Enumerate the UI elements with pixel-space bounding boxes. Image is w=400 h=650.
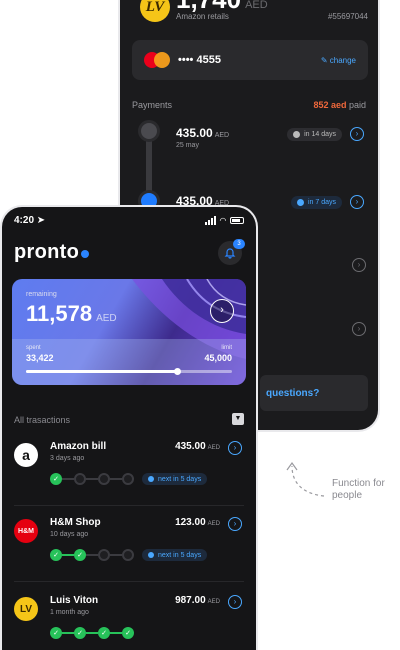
front-phone-screen: 4:20 ➤ ◠ pronto 3 remaining 11,578 AED › …: [0, 205, 258, 650]
open-transaction-button[interactable]: ›: [228, 595, 242, 609]
installment-step: [122, 549, 134, 561]
signal-icon: [204, 216, 216, 225]
balance-card[interactable]: remaining 11,578 AED › spent 33,422 limit…: [12, 279, 246, 385]
notifications-button[interactable]: 3: [218, 239, 245, 265]
merchant-name: Luis Viton: [50, 595, 99, 606]
louis-vuitton-logo: LV: [140, 0, 170, 22]
open-transaction-button[interactable]: ›: [228, 441, 242, 455]
order-header: LV 1,740AED Amazon retails #55697044: [130, 0, 370, 32]
installment-step: ✓: [74, 627, 86, 639]
installment-progress: ✓ ✓ ✓ ✓: [50, 627, 134, 639]
open-payment-button[interactable]: ›: [352, 258, 366, 272]
divider: [14, 581, 244, 582]
installment-step: ✓: [50, 549, 62, 561]
installment-step: ✓: [74, 549, 86, 561]
installment-step: ✓: [98, 627, 110, 639]
spent-value: 33,422: [26, 353, 54, 363]
spending-progress-bar: [26, 368, 232, 375]
open-payment-button[interactable]: ›: [350, 195, 364, 209]
notification-badge: 3: [233, 239, 245, 249]
installment-step: ✓: [50, 473, 62, 485]
installment-progress: ✓ next in 5 days: [50, 473, 208, 485]
installment-step: [74, 473, 86, 485]
transaction-row[interactable]: a Amazon bill 3 days ago 435.00 AED › ✓ ne…: [2, 439, 256, 513]
status-time: 4:20: [14, 215, 35, 226]
transaction-time: 10 days ago: [50, 531, 89, 538]
remaining-label: remaining: [26, 291, 57, 298]
installment-step: [98, 549, 110, 561]
merchant-logo: H&M: [14, 519, 38, 543]
clock-icon: [148, 476, 154, 482]
app-logo: pronto: [14, 241, 90, 264]
shop-name: Amazon retails: [176, 12, 229, 21]
installment-progress: ✓ ✓ next in 5 days: [50, 549, 208, 561]
open-payment-button[interactable]: ›: [352, 322, 366, 336]
spent-label: spent: [26, 345, 41, 351]
limit-label: limit: [221, 345, 232, 351]
location-icon: ➤: [36, 215, 46, 226]
timeline-dot: [138, 120, 160, 142]
merchant-logo: LV: [14, 597, 38, 621]
card-details-button[interactable]: ›: [210, 299, 234, 323]
divider: [14, 505, 244, 506]
status-bar: 4:20 ➤ ◠: [14, 215, 244, 229]
paid-total: 852 aed paid: [313, 100, 366, 110]
mastercard-icon: [144, 52, 170, 68]
clock-icon: [148, 552, 154, 558]
merchant-logo: a: [14, 443, 38, 467]
installment-step: ✓: [122, 627, 134, 639]
wifi-icon: ◠: [219, 216, 226, 225]
next-payment-pill: next in 5 days: [142, 473, 208, 485]
remaining-value: 11,578 AED: [26, 301, 117, 326]
battery-icon: [230, 217, 244, 224]
transaction-row[interactable]: H&M H&M Shop 10 days ago 123.00 AED › ✓ ✓ n…: [2, 515, 256, 589]
installment-step: [98, 473, 110, 485]
next-payment-pill: next in 5 days: [142, 549, 208, 561]
order-number: #55697044: [327, 12, 368, 21]
installment-step: [122, 473, 134, 485]
transaction-time: 1 month ago: [50, 609, 89, 616]
clock-icon: [296, 199, 304, 206]
merchant-name: Amazon bill: [50, 441, 107, 452]
limit-value: 45,000: [204, 353, 232, 363]
transaction-amount: 123.00 AED: [175, 517, 220, 528]
payments-heading: Payments: [132, 100, 173, 110]
transaction-time: 3 days ago: [50, 455, 85, 462]
payment-card-row[interactable]: •••• 4555 ✎ change: [132, 40, 368, 80]
transaction-amount: 987.00 AED: [175, 595, 220, 606]
transaction-amount: 435.00 AED: [175, 441, 220, 452]
transactions-heading: All trasactions: [14, 415, 71, 425]
payment-row[interactable]: 435.00 AED 25 may in 14 days ›: [176, 126, 370, 156]
due-pill: in 14 days: [287, 128, 342, 141]
installment-step: ✓: [50, 627, 62, 639]
merchant-name: H&M Shop: [50, 517, 101, 528]
bell-icon: [224, 248, 236, 259]
open-payment-button[interactable]: ›: [350, 127, 364, 141]
annotation: Function for people: [284, 458, 400, 518]
due-pill: in 7 days: [290, 196, 342, 209]
transaction-row[interactable]: LV Luis Viton 1 month ago 987.00 AED › ✓ ✓…: [2, 593, 256, 650]
annotation-text: Function for people: [332, 478, 385, 501]
card-number: •••• 4555: [178, 54, 221, 66]
open-transaction-button[interactable]: ›: [228, 517, 242, 531]
clock-icon: [293, 131, 301, 138]
filter-icon[interactable]: ▼: [232, 413, 244, 425]
change-card-link[interactable]: ✎ change: [321, 56, 356, 65]
questions-button[interactable]: questions?: [260, 375, 368, 411]
